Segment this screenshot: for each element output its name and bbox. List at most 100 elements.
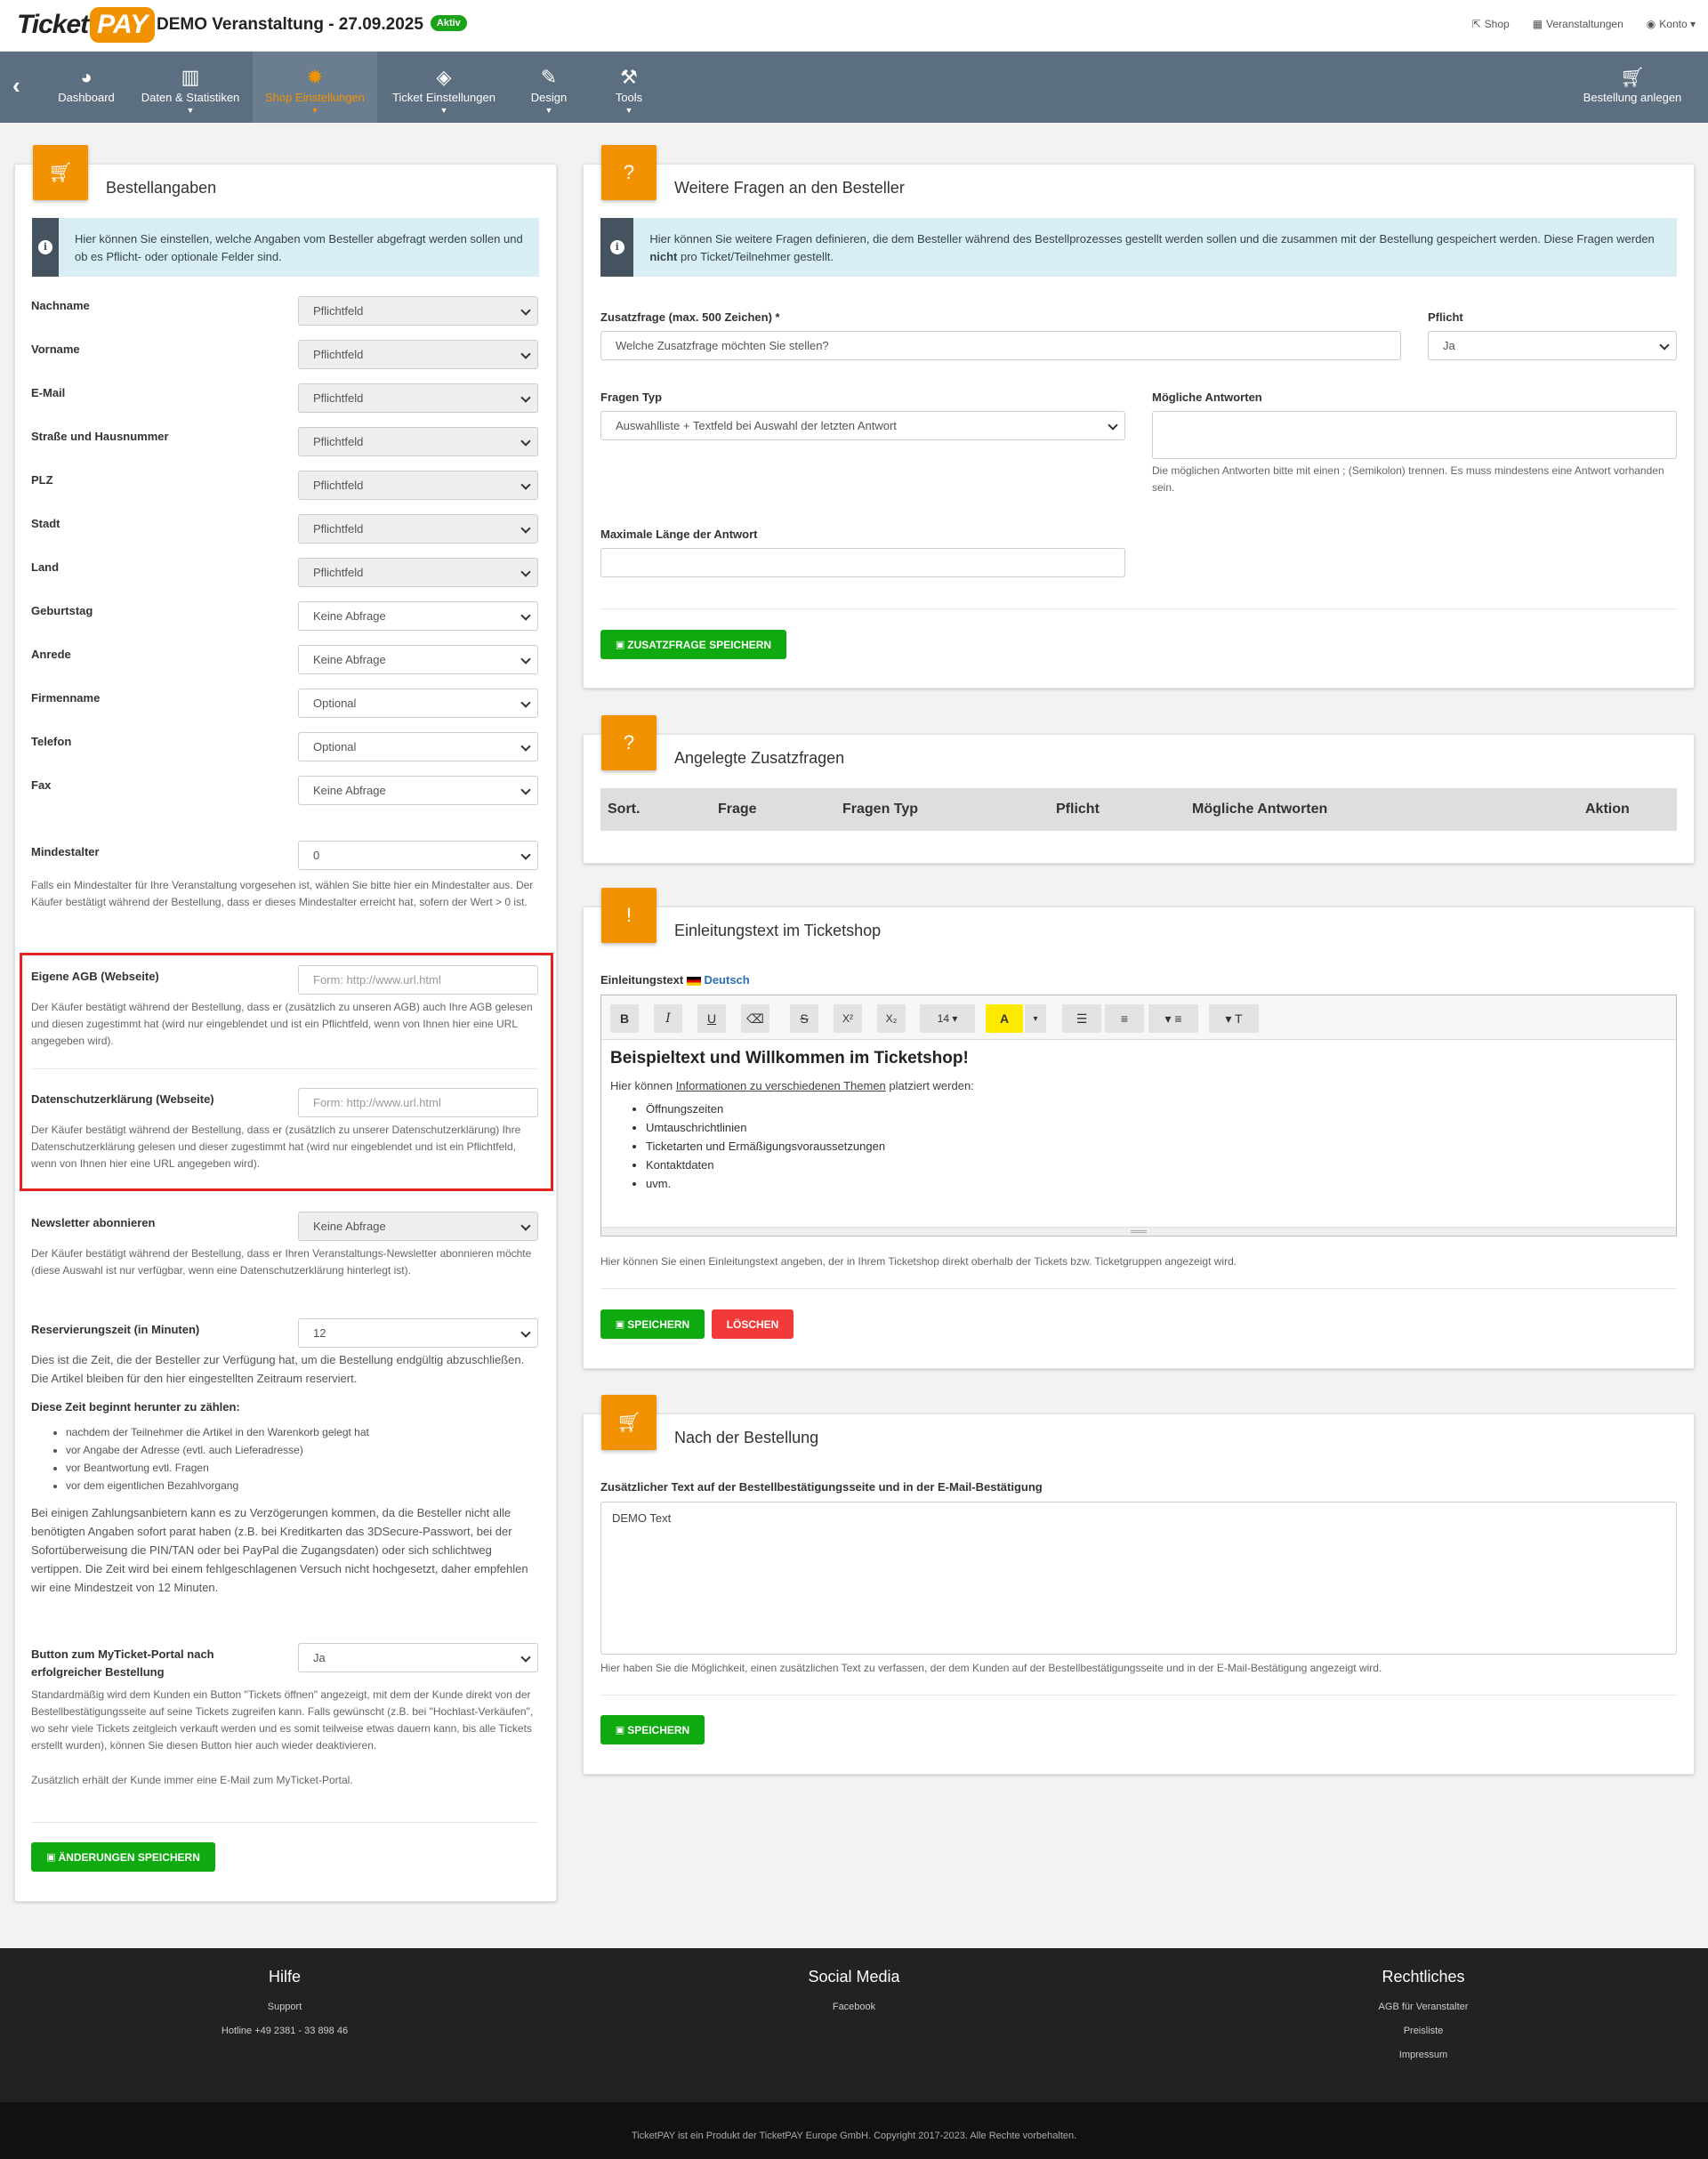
- datenschutz-url-input[interactable]: Form: http://www.url.html: [298, 1088, 538, 1117]
- field-requirement-select[interactable]: Keine Abfrage: [298, 601, 538, 631]
- new-order-button[interactable]: 🛒︎ Bestellung anlegen: [1575, 52, 1690, 123]
- nav-design[interactable]: ✎ Design ▼: [516, 52, 582, 123]
- agb-help: Der Käufer bestätigt während der Bestell…: [31, 1001, 533, 1047]
- fragen-typ-select[interactable]: Auswahlliste + Textfeld bei Auswahl der …: [600, 411, 1125, 440]
- field-requirement-select[interactable]: Optional: [298, 689, 538, 718]
- mindestalter-select[interactable]: 0: [298, 841, 538, 870]
- nav-statistics[interactable]: ▥ Daten & Statistiken ▼: [132, 52, 249, 123]
- maxlen-input[interactable]: [600, 548, 1125, 577]
- editor-resize-handle[interactable]: [601, 1227, 1676, 1236]
- italic-button[interactable]: I: [654, 1004, 682, 1033]
- footer-link[interactable]: Preisliste: [1334, 2019, 1512, 2043]
- column-header[interactable]: Sort.: [608, 788, 640, 831]
- underline-button[interactable]: U: [697, 1004, 726, 1033]
- pflicht-select[interactable]: Ja: [1428, 331, 1677, 360]
- reservierung-select[interactable]: 12: [298, 1318, 538, 1348]
- caret-down-icon: ▼: [186, 106, 195, 115]
- info-icon: i: [32, 218, 59, 277]
- ticketpay-logo[interactable]: Ticket PAY: [17, 6, 156, 44]
- strikethrough-button[interactable]: S: [790, 1004, 818, 1033]
- fragen-typ-label: Fragen Typ: [600, 391, 663, 404]
- field-requirement-select[interactable]: Pflichtfeld: [298, 340, 538, 369]
- footer-link[interactable]: Support: [196, 1995, 374, 2019]
- text-style-button[interactable]: ▾ T: [1209, 1004, 1259, 1033]
- agb-url-input[interactable]: Form: http://www.url.html: [298, 965, 538, 995]
- column-header[interactable]: Frage: [718, 788, 757, 831]
- list-item: Ticketarten und Ermäßigungsvoraussetzung…: [646, 1137, 1667, 1156]
- footer-link[interactable]: Impressum: [1334, 2043, 1512, 2067]
- field-requirement-select[interactable]: Pflichtfeld: [298, 383, 538, 413]
- german-flag-icon: [686, 976, 701, 986]
- myticket-help: Standardmäßig wird dem Kunden ein Button…: [31, 1688, 534, 1752]
- myticket-select[interactable]: Ja: [298, 1643, 538, 1672]
- field-requirement-select[interactable]: Pflichtfeld: [298, 296, 538, 326]
- text-color-button[interactable]: A: [986, 1004, 1023, 1033]
- eraser-button[interactable]: ⌫: [741, 1004, 769, 1033]
- content-link[interactable]: Informationen zu verschiedenen Themen: [676, 1079, 886, 1092]
- subscript-button[interactable]: X₂: [877, 1004, 906, 1033]
- field-requirement-select[interactable]: Pflichtfeld: [298, 471, 538, 500]
- save-changes-button[interactable]: ▣ ÄNDERUNGEN SPEICHERN: [31, 1842, 215, 1872]
- panel-title: Bestellangaben: [106, 179, 217, 197]
- column-header[interactable]: Mögliche Antworten: [1192, 788, 1327, 831]
- save-intro-button[interactable]: ▣ SPEICHERN: [600, 1309, 705, 1339]
- footer-social: Social Media Facebook: [765, 1968, 943, 2019]
- column-header[interactable]: Fragen Typ: [842, 788, 918, 831]
- field-requirement-select[interactable]: Pflichtfeld: [298, 558, 538, 587]
- save-question-button[interactable]: ▣ ZUSATZFRAGE SPEICHERN: [600, 630, 786, 659]
- footer-link[interactable]: AGB für Veranstalter: [1334, 1995, 1512, 2019]
- field-requirement-select[interactable]: Pflichtfeld: [298, 514, 538, 544]
- ordered-list-button[interactable]: ≡: [1105, 1004, 1144, 1033]
- delete-intro-button[interactable]: LÖSCHEN: [712, 1309, 794, 1339]
- events-link[interactable]: ▦ Veranstaltungen: [1533, 18, 1623, 30]
- antworten-label: Mögliche Antworten: [1152, 391, 1262, 404]
- main-nav: ‹ ◕ Dashboard ▥ Daten & Statistiken ▼ ✹ …: [0, 52, 1708, 123]
- footer-link[interactable]: Facebook: [765, 1995, 943, 2019]
- font-size-select[interactable]: 14 ▾: [920, 1004, 975, 1033]
- paragraph-align-button[interactable]: ▾ ≡: [1148, 1004, 1198, 1033]
- color-dropdown-button[interactable]: ▾: [1025, 1004, 1046, 1033]
- agb-label: Eigene AGB (Webseite): [31, 970, 159, 983]
- chevron-down-icon: [520, 1220, 531, 1231]
- antworten-textarea[interactable]: [1152, 411, 1677, 459]
- panel-title: Angelegte Zusatzfragen: [674, 749, 845, 767]
- chevron-down-icon: [520, 610, 531, 621]
- unordered-list-button[interactable]: ☰: [1062, 1004, 1101, 1033]
- language-link[interactable]: Deutsch: [704, 973, 749, 987]
- nav-dashboard[interactable]: ◕ Dashboard: [50, 52, 123, 123]
- reservierung-label: Reservierungszeit (in Minuten): [31, 1323, 200, 1336]
- field-requirement-select[interactable]: Optional: [298, 732, 538, 761]
- cart-icon: 🛒︎: [33, 145, 88, 200]
- superscript-button[interactable]: X²: [834, 1004, 862, 1033]
- account-menu[interactable]: ◉ Konto ▾: [1647, 18, 1696, 30]
- column-header[interactable]: Pflicht: [1056, 788, 1100, 831]
- nav-shop-settings[interactable]: ✹ Shop Einstellungen ▼: [253, 52, 377, 123]
- chevron-down-icon: [520, 392, 531, 403]
- zusatzfrage-input[interactable]: Welche Zusatzfrage möchten Sie stellen?: [600, 331, 1401, 360]
- divider: [31, 1068, 538, 1069]
- rich-text-editor[interactable]: B I U ⌫ S X² X₂ 14 ▾ A ▾ ☰ ≡ ▾ ≡ ▾ T Bei…: [600, 995, 1677, 1237]
- divider: [31, 1822, 538, 1823]
- chevron-down-icon: ▾: [1689, 18, 1696, 30]
- field-requirement-select[interactable]: Pflichtfeld: [298, 427, 538, 456]
- editor-content[interactable]: Beispieltext und Willkommen im Ticketsho…: [610, 1049, 1667, 1193]
- column-header[interactable]: Aktion: [1585, 788, 1630, 831]
- back-arrow-icon[interactable]: ‹: [12, 74, 34, 97]
- bold-button[interactable]: B: [610, 1004, 639, 1033]
- field-requirement-select[interactable]: Keine Abfrage: [298, 776, 538, 805]
- save-after-order-button[interactable]: ▣ SPEICHERN: [600, 1715, 705, 1744]
- nav-ticket-settings[interactable]: ◈ Ticket Einstellungen ▼: [384, 52, 504, 123]
- nachbestellung-textarea[interactable]: DEMO Text: [600, 1502, 1677, 1655]
- cart-icon: 🛒︎: [1620, 66, 1645, 88]
- field-label: Nachname: [31, 299, 90, 312]
- nav-tools[interactable]: ⚒ Tools ▼: [596, 52, 662, 123]
- field-label: Fax: [31, 778, 52, 792]
- divider: [600, 1288, 1677, 1289]
- shop-link[interactable]: ⇱ Shop: [1472, 18, 1510, 30]
- event-title: DEMO Veranstaltung - 27.09.2025 Aktiv: [157, 14, 467, 35]
- newsletter-select[interactable]: Keine Abfrage: [298, 1212, 538, 1241]
- ticket-icon: ◈: [436, 66, 452, 88]
- footer-link[interactable]: Hotline +49 2381 - 33 898 46: [196, 2019, 374, 2043]
- top-links: ⇱ Shop ▦ Veranstaltungen ◉ Konto ▾: [1472, 18, 1696, 30]
- field-requirement-select[interactable]: Keine Abfrage: [298, 645, 538, 674]
